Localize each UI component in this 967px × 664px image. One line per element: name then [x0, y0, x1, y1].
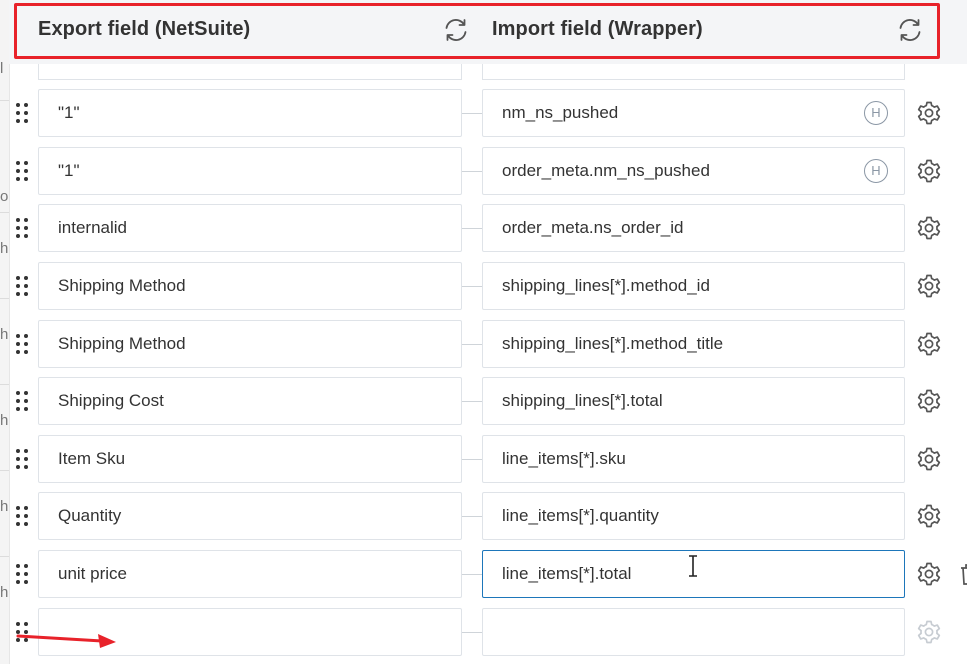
delete-icon[interactable]: [958, 560, 967, 588]
settings-gear-icon[interactable]: [915, 502, 943, 530]
export-field-input[interactable]: Item Sku: [38, 435, 462, 483]
drag-handle-icon[interactable]: [14, 390, 32, 412]
refresh-icon: [445, 19, 467, 41]
import-refresh-button[interactable]: [896, 16, 924, 44]
refresh-icon: [899, 19, 921, 41]
drag-handle-icon[interactable]: [14, 217, 32, 239]
drag-handle-icon[interactable]: [14, 275, 32, 297]
field-connector: [462, 344, 482, 345]
mapping-row: Shipping Method shipping_lines[*].method…: [0, 262, 967, 310]
drag-handle-icon[interactable]: [14, 505, 32, 527]
export-field-input[interactable]: Shipping Method: [38, 320, 462, 368]
drag-handle-icon[interactable]: [14, 448, 32, 470]
field-connector: [462, 228, 482, 229]
field-connector: [462, 516, 482, 517]
mapping-row: unit price line_items[*].total: [0, 550, 967, 598]
drag-handle-icon[interactable]: [14, 333, 32, 355]
export-field-input[interactable]: Quantity: [38, 492, 462, 540]
import-field-input[interactable]: line_items[*].total: [482, 550, 905, 598]
mapping-row: internalid order_meta.ns_order_id: [0, 204, 967, 252]
hardcoded-badge: H: [864, 101, 888, 125]
mapping-row: Item Sku line_items[*].sku: [0, 435, 967, 483]
import-field-input[interactable]: shipping_lines[*].total: [482, 377, 905, 425]
gutter-text: l: [0, 60, 4, 77]
export-field-input[interactable]: Shipping Cost: [38, 377, 462, 425]
export-field-input[interactable]: "1": [38, 147, 462, 195]
import-field-heading: Import field (Wrapper): [492, 18, 703, 40]
drag-handle-icon[interactable]: [14, 160, 32, 182]
export-field-input[interactable]: unit price: [38, 550, 462, 598]
settings-gear-icon[interactable]: [915, 272, 943, 300]
export-refresh-button[interactable]: [442, 16, 470, 44]
settings-gear-icon[interactable]: [915, 560, 943, 588]
export-field-input[interactable]: "1": [38, 89, 462, 137]
import-field-input[interactable]: line_items[*].sku: [482, 435, 905, 483]
import-field-input[interactable]: order_meta.nm_ns_pushed: [482, 147, 905, 195]
mapping-row: Quantity line_items[*].quantity: [0, 492, 967, 540]
settings-gear-icon[interactable]: [915, 330, 943, 358]
settings-gear-icon[interactable]: [915, 157, 943, 185]
drag-handle-icon[interactable]: [14, 563, 32, 585]
mapping-row: [0, 608, 967, 656]
field-connector: [462, 171, 482, 172]
settings-gear-icon[interactable]: [915, 445, 943, 473]
import-field-input[interactable]: [482, 608, 905, 656]
settings-gear-icon[interactable]: [915, 618, 943, 646]
export-field-input[interactable]: [38, 608, 462, 656]
field-connector: [462, 113, 482, 114]
drag-handle-icon[interactable]: [14, 102, 32, 124]
import-field-input[interactable]: nm_ns_pushed: [482, 89, 905, 137]
field-connector: [462, 286, 482, 287]
settings-gear-icon[interactable]: [915, 387, 943, 415]
field-connector: [462, 459, 482, 460]
drag-handle-icon[interactable]: [14, 621, 32, 643]
settings-gear-icon[interactable]: [915, 99, 943, 127]
mapping-header: Export field (NetSuite) Import field (Wr…: [9, 0, 967, 64]
mapping-row: "1" nm_ns_pushed H: [0, 89, 967, 137]
field-connector: [462, 574, 482, 575]
mapping-row: "1" order_meta.nm_ns_pushed H: [0, 147, 967, 195]
mapping-row: Shipping Method shipping_lines[*].method…: [0, 320, 967, 368]
import-field-input[interactable]: line_items[*].quantity: [482, 492, 905, 540]
field-connector: [462, 632, 482, 633]
export-field-input[interactable]: internalid: [38, 204, 462, 252]
hardcoded-badge: H: [864, 159, 888, 183]
mapping-row: Shipping Cost shipping_lines[*].total: [0, 377, 967, 425]
field-connector: [462, 401, 482, 402]
import-field-input[interactable]: order_meta.ns_order_id: [482, 204, 905, 252]
export-field-heading: Export field (NetSuite): [38, 18, 251, 40]
import-field-input[interactable]: shipping_lines[*].method_id: [482, 262, 905, 310]
import-field-input[interactable]: shipping_lines[*].method_title: [482, 320, 905, 368]
export-field-input[interactable]: Shipping Method: [38, 262, 462, 310]
settings-gear-icon[interactable]: [915, 214, 943, 242]
